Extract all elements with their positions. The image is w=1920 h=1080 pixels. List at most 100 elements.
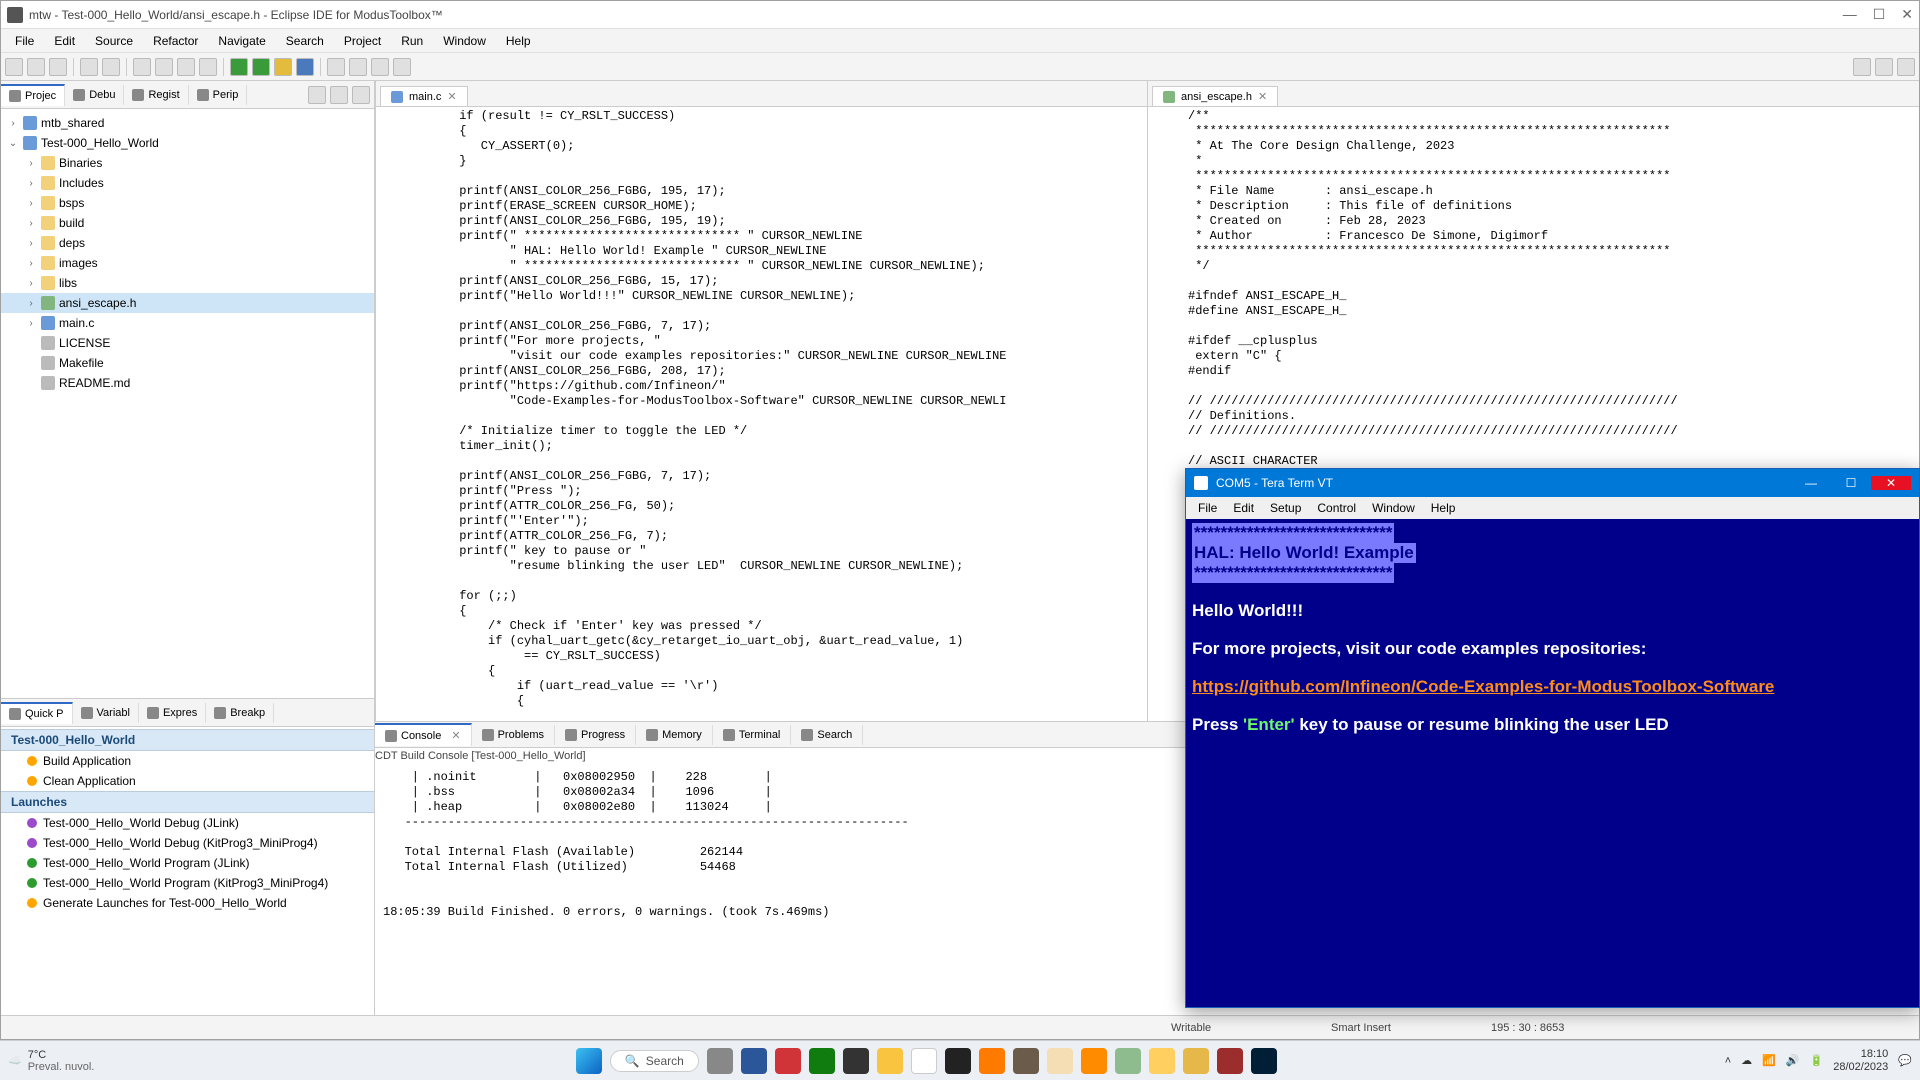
taskbar-app-vlc[interactable]	[979, 1048, 1005, 1074]
menu-navigate[interactable]: Navigate	[208, 32, 275, 50]
quick-clean[interactable]: Clean Application	[1, 771, 374, 791]
collapse-all-icon[interactable]	[308, 86, 326, 104]
taskbar-app-teraterm[interactable]	[1183, 1048, 1209, 1074]
tab-memory[interactable]: Memory	[636, 725, 713, 745]
tt-menu-help[interactable]: Help	[1423, 499, 1464, 517]
tree-item-build[interactable]: ›build	[1, 213, 374, 233]
tree-item-main-c[interactable]: ›main.c	[1, 313, 374, 333]
chevron-up-icon[interactable]: ˄	[1725, 1055, 1731, 1067]
tt-menu-file[interactable]: File	[1190, 499, 1225, 517]
tree-item-bsps[interactable]: ›bsps	[1, 193, 374, 213]
teraterm-window[interactable]: COM5 - Tera Term VT — ☐ ✕ File Edit Setu…	[1185, 468, 1920, 1008]
menu-source[interactable]: Source	[85, 32, 143, 50]
wifi-icon[interactable]: 📶	[1762, 1054, 1776, 1067]
tb-extern-icon[interactable]	[296, 58, 314, 76]
tb-profile-icon[interactable]	[274, 58, 292, 76]
tt-link[interactable]: https://github.com/Infineon/Code-Example…	[1192, 677, 1774, 696]
tb-open-icon[interactable]	[349, 58, 367, 76]
tree-item-readme[interactable]: README.md	[1, 373, 374, 393]
taskview-icon[interactable]	[707, 1048, 733, 1074]
quick-build[interactable]: Build Application	[1, 751, 374, 771]
menu-search[interactable]: Search	[276, 32, 334, 50]
tb-new-icon[interactable]	[5, 58, 23, 76]
taskbar-app-photoshop[interactable]	[1251, 1048, 1277, 1074]
tab-debug[interactable]: Debu	[65, 85, 124, 105]
tb-search-icon[interactable]	[327, 58, 345, 76]
taskbar-app-inkscape[interactable]	[843, 1048, 869, 1074]
tb-stop-icon[interactable]	[177, 58, 195, 76]
taskbar-app-explorer[interactable]	[877, 1048, 903, 1074]
tb-persp-debug-icon[interactable]	[1897, 58, 1915, 76]
taskbar-tray[interactable]: ˄ ☁ 📶 🔊 🔋 18:10 28/02/2023 💬	[1725, 1048, 1912, 1074]
tree-item-ansi-escape-h[interactable]: ›ansi_escape.h	[1, 293, 374, 313]
taskbar-search[interactable]: 🔍 Search	[610, 1050, 699, 1072]
tab-quick-panel[interactable]: Quick P	[1, 702, 73, 724]
project-explorer[interactable]: ›mtb_shared ⌄Test-000_Hello_World ›Binar…	[1, 109, 374, 699]
tree-item-libs[interactable]: ›libs	[1, 273, 374, 293]
quick-launch-program-jlink[interactable]: Test-000_Hello_World Program (JLink)	[1, 853, 374, 873]
taskbar-app-todoist[interactable]	[775, 1048, 801, 1074]
editor-tab-ansi-escape-h[interactable]: ansi_escape.h✕	[1152, 86, 1278, 106]
tab-peripherals[interactable]: Perip	[189, 85, 248, 105]
eclipse-titlebar[interactable]: mtw - Test-000_Hello_World/ansi_escape.h…	[1, 1, 1919, 29]
tb-back-icon[interactable]	[371, 58, 389, 76]
tb-restart-icon[interactable]	[199, 58, 217, 76]
tab-terminal[interactable]: Terminal	[713, 725, 792, 745]
taskbar-app-cmd[interactable]	[945, 1048, 971, 1074]
taskbar-app-gimp[interactable]	[1013, 1048, 1039, 1074]
tab-registers[interactable]: Regist	[124, 85, 188, 105]
taskbar-app-stickies[interactable]	[1149, 1048, 1175, 1074]
tab-console[interactable]: Console✕	[375, 723, 472, 746]
eclipse-min-icon[interactable]: —	[1843, 6, 1857, 23]
taskbar-app-f[interactable]	[1081, 1048, 1107, 1074]
teraterm-max-icon[interactable]: ☐	[1831, 476, 1871, 490]
tree-item-makefile[interactable]: Makefile	[1, 353, 374, 373]
view-menu-icon[interactable]	[352, 86, 370, 104]
tree-item-includes[interactable]: ›Includes	[1, 173, 374, 193]
tab-breakpoints[interactable]: Breakp	[206, 703, 274, 723]
tb-debug-icon[interactable]	[252, 58, 270, 76]
close-icon[interactable]: ✕	[451, 729, 460, 742]
tt-menu-control[interactable]: Control	[1309, 499, 1364, 517]
tt-menu-setup[interactable]: Setup	[1262, 499, 1309, 517]
tab-variables[interactable]: Variabl	[73, 703, 139, 723]
tb-fwd-icon[interactable]	[393, 58, 411, 76]
tt-menu-edit[interactable]: Edit	[1225, 499, 1262, 517]
teraterm-min-icon[interactable]: —	[1791, 476, 1831, 490]
taskbar-app-xbox[interactable]	[809, 1048, 835, 1074]
taskbar-clock[interactable]: 18:10 28/02/2023	[1833, 1048, 1888, 1074]
tree-item-license[interactable]: LICENSE	[1, 333, 374, 353]
taskbar-app-notepadpp[interactable]	[1115, 1048, 1141, 1074]
tree-item-mtb-shared[interactable]: ›mtb_shared	[1, 113, 374, 133]
tree-item-deps[interactable]: ›deps	[1, 233, 374, 253]
menu-edit[interactable]: Edit	[44, 32, 85, 50]
menu-project[interactable]: Project	[334, 32, 391, 50]
tb-persp-c-icon[interactable]	[1875, 58, 1893, 76]
start-button[interactable]	[576, 1048, 602, 1074]
taskbar-app-o[interactable]	[1047, 1048, 1073, 1074]
tb-run-icon[interactable]	[230, 58, 248, 76]
quick-section-launches[interactable]: Launches	[1, 791, 374, 813]
menu-file[interactable]: File	[5, 32, 44, 50]
tb-saveall-icon[interactable]	[49, 58, 67, 76]
tree-item-images[interactable]: ›images	[1, 253, 374, 273]
tab-problems[interactable]: Problems	[472, 725, 555, 745]
tb-skip-icon[interactable]	[155, 58, 173, 76]
close-icon[interactable]: ✕	[1258, 90, 1267, 103]
quick-launch-debug-kitprog[interactable]: Test-000_Hello_World Debug (KitProg3_Min…	[1, 833, 374, 853]
tb-quick-access-icon[interactable]	[1853, 58, 1871, 76]
teraterm-terminal[interactable]: ****************************** HAL: Hell…	[1186, 519, 1919, 1007]
tree-item-project[interactable]: ⌄Test-000_Hello_World	[1, 133, 374, 153]
eclipse-close-icon[interactable]: ✕	[1901, 6, 1913, 23]
menu-window[interactable]: Window	[433, 32, 496, 50]
tab-project-explorer[interactable]: Projec	[1, 84, 65, 106]
taskbar-app-chrome[interactable]	[911, 1048, 937, 1074]
tb-save-icon[interactable]	[27, 58, 45, 76]
tb-step-icon[interactable]	[133, 58, 151, 76]
quick-launch-debug-jlink[interactable]: Test-000_Hello_World Debug (JLink)	[1, 813, 374, 833]
tab-expressions[interactable]: Expres	[139, 703, 206, 723]
quick-generate-launches[interactable]: Generate Launches for Test-000_Hello_Wor…	[1, 893, 374, 913]
menu-refactor[interactable]: Refactor	[143, 32, 208, 50]
close-icon[interactable]: ✕	[447, 90, 456, 103]
teraterm-close-icon[interactable]: ✕	[1871, 476, 1911, 490]
